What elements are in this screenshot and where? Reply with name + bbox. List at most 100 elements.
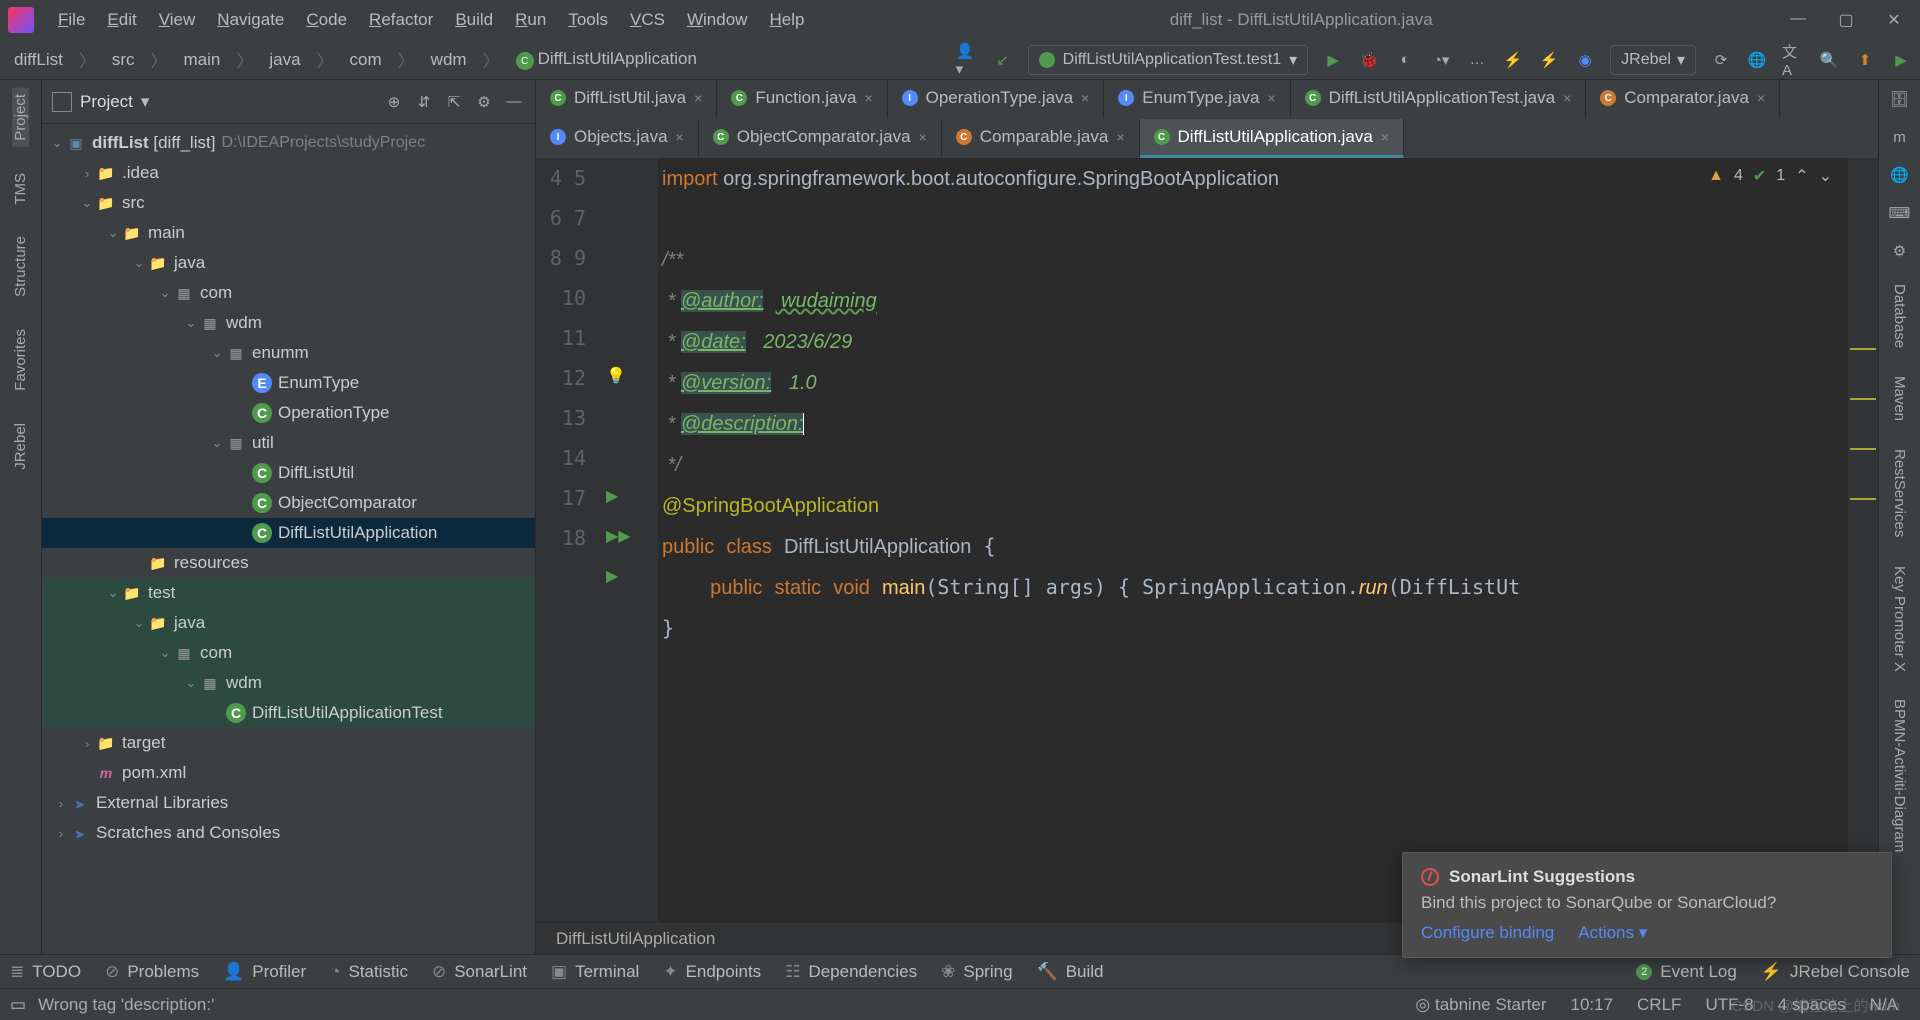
menu-window[interactable]: Window bbox=[677, 6, 757, 34]
right-tool-bpmn-activiti-diagram[interactable]: BPMN-Activiti-Diagram bbox=[1891, 693, 1908, 858]
globe-icon[interactable]: 🌐 bbox=[1746, 49, 1768, 71]
right-tool-icon[interactable]: 🌐 bbox=[1889, 164, 1911, 186]
breadcrumbs[interactable]: diffList〉src〉main〉java〉com〉wdm〉CDiffList… bbox=[8, 45, 703, 74]
tree-node[interactable]: CDiffListUtilApplicationTest bbox=[42, 698, 535, 728]
close-tab-icon[interactable]: × bbox=[919, 129, 927, 145]
editor-tab[interactable]: CObjectComparator.java× bbox=[699, 119, 942, 158]
editor-tab[interactable]: IEnumType.java× bbox=[1104, 80, 1290, 119]
menu-navigate[interactable]: Navigate bbox=[207, 6, 294, 34]
tree-node[interactable]: ⌄▦enumm bbox=[42, 338, 535, 368]
tw-build[interactable]: 🔨Build bbox=[1037, 962, 1104, 982]
jrebel-panel-icon[interactable]: ▶ bbox=[1890, 49, 1912, 71]
tree-root[interactable]: ⌄▣diffList [diff_list]D:\IDEAProjects\st… bbox=[42, 128, 535, 158]
editor-tab[interactable]: CDiffListUtil.java× bbox=[536, 80, 717, 119]
code-area[interactable]: 4 5 6 7 8 9 10 11 12 13 14 17 18 💡 ▶ ▶▶ … bbox=[536, 158, 1878, 922]
close-tab-icon[interactable]: × bbox=[1116, 129, 1124, 145]
tree-scratches[interactable]: ›⫸Scratches and Consoles bbox=[42, 818, 535, 848]
caret-position[interactable]: 10:17 bbox=[1570, 995, 1613, 1015]
vcs-update-icon[interactable]: ↙ bbox=[992, 49, 1014, 71]
translate-icon[interactable]: 文A bbox=[1782, 49, 1804, 71]
breadcrumb-item[interactable]: src bbox=[106, 48, 141, 72]
close-tab-icon[interactable]: × bbox=[864, 90, 872, 106]
editor-tab[interactable]: CDiffListUtilApplicationTest.java× bbox=[1291, 80, 1587, 119]
bulb-icon[interactable]: 💡 bbox=[606, 366, 626, 386]
menu-view[interactable]: View bbox=[149, 6, 206, 34]
tw-spring[interactable]: ❀Spring bbox=[941, 962, 1012, 982]
right-tool-key promoter x[interactable]: Key Promoter X bbox=[1891, 560, 1908, 678]
project-view-label[interactable]: Project bbox=[80, 92, 133, 112]
breadcrumb-item[interactable]: diffList bbox=[8, 48, 69, 72]
tabnine-widget[interactable]: ◎ tabnine Starter bbox=[1415, 995, 1546, 1015]
close-tab-icon[interactable]: × bbox=[694, 90, 702, 106]
sync-icon[interactable]: ⟳ bbox=[1710, 49, 1732, 71]
tree-node[interactable]: EEnumType bbox=[42, 368, 535, 398]
close-tab-icon[interactable]: × bbox=[1267, 90, 1275, 106]
right-tool-icon[interactable]: ⌨ bbox=[1889, 202, 1911, 224]
tree-node[interactable]: ⌄▦util bbox=[42, 428, 535, 458]
error-stripe[interactable] bbox=[1848, 158, 1878, 922]
jrebel-debug-icon[interactable]: ⚡ bbox=[1538, 49, 1560, 71]
tree-node[interactable]: CDiffListUtilApplication bbox=[42, 518, 535, 548]
menu-tools[interactable]: Tools bbox=[558, 6, 618, 34]
jrebel-selector[interactable]: JRebel▾ bbox=[1610, 45, 1696, 75]
breadcrumb-item[interactable]: wdm bbox=[425, 48, 473, 72]
tw-todo[interactable]: ≣TODO bbox=[10, 962, 81, 982]
collapse-all-icon[interactable]: ⇱ bbox=[443, 91, 465, 113]
tw-sonarlint[interactable]: ⊘SonarLint bbox=[432, 962, 527, 982]
jrebel-run-icon[interactable]: ⚡ bbox=[1502, 49, 1524, 71]
status-icon[interactable]: ▭ bbox=[10, 995, 26, 1015]
chevron-down-icon[interactable]: ⌄ bbox=[1819, 166, 1832, 186]
right-tool-database[interactable]: Database bbox=[1891, 278, 1908, 354]
close-tab-icon[interactable]: × bbox=[1563, 90, 1571, 106]
coverage-icon[interactable]: ◐ bbox=[1394, 49, 1416, 71]
attach-icon[interactable]: … bbox=[1466, 49, 1488, 71]
updates-icon[interactable]: ⬆ bbox=[1854, 49, 1876, 71]
tree-node[interactable]: CObjectComparator bbox=[42, 488, 535, 518]
configure-binding-link[interactable]: Configure binding bbox=[1421, 923, 1554, 943]
line-separator[interactable]: CRLF bbox=[1637, 995, 1681, 1015]
editor-tab[interactable]: CFunction.java× bbox=[717, 80, 887, 119]
tree-node[interactable]: ⌄📁java bbox=[42, 608, 535, 638]
left-tool-tms[interactable]: TMS bbox=[12, 167, 29, 211]
breadcrumb-item[interactable]: main bbox=[178, 48, 227, 72]
search-icon[interactable]: 🔍 bbox=[1818, 49, 1840, 71]
chevron-down-icon[interactable]: ▾ bbox=[141, 92, 150, 112]
menu-run[interactable]: Run bbox=[505, 6, 556, 34]
tree-node[interactable]: ⌄▦com bbox=[42, 638, 535, 668]
editor-tab[interactable]: CComparator.java× bbox=[1586, 80, 1780, 119]
gear-icon[interactable]: ⚙ bbox=[473, 91, 495, 113]
left-tool-structure[interactable]: Structure bbox=[12, 230, 29, 303]
tree-node[interactable]: ⌄📁src bbox=[42, 188, 535, 218]
tree-node[interactable]: ⌄▦com bbox=[42, 278, 535, 308]
tree-node[interactable]: mpom.xml bbox=[42, 758, 535, 788]
menu-edit[interactable]: Edit bbox=[97, 6, 146, 34]
code-text[interactable]: import org.springframework.boot.autoconf… bbox=[658, 158, 1878, 922]
hide-icon[interactable]: — bbox=[503, 91, 525, 113]
right-tool-icon[interactable]: m bbox=[1889, 126, 1911, 148]
actions-link[interactable]: Actions ▾ bbox=[1578, 923, 1647, 943]
add-user-icon[interactable]: 👤▾ bbox=[956, 49, 978, 71]
editor-tab[interactable]: CDiffListUtilApplication.java× bbox=[1140, 119, 1404, 158]
tree-node[interactable]: 📁resources bbox=[42, 548, 535, 578]
tree-node[interactable]: COperationType bbox=[42, 398, 535, 428]
breadcrumb-item[interactable]: CDiffListUtilApplication bbox=[510, 47, 703, 73]
run-line-icon[interactable]: ▶ bbox=[606, 566, 626, 586]
menu-vcs[interactable]: VCS bbox=[620, 6, 675, 34]
menu-file[interactable]: File bbox=[48, 6, 95, 34]
editor-tab[interactable]: IObjects.java× bbox=[536, 119, 699, 158]
run-icon[interactable]: ▶ bbox=[1322, 49, 1344, 71]
run-main-icon[interactable]: ▶▶ bbox=[606, 526, 626, 546]
right-tool-icon[interactable]: ⚙ bbox=[1889, 240, 1911, 262]
menu-help[interactable]: Help bbox=[759, 6, 814, 34]
tree-ext_libs[interactable]: ›⫸External Libraries bbox=[42, 788, 535, 818]
maximize-icon[interactable]: ▢ bbox=[1836, 10, 1856, 30]
left-tool-favorites[interactable]: Favorites bbox=[12, 323, 29, 397]
tw-problems[interactable]: ⊘Problems bbox=[105, 962, 199, 982]
tree-node[interactable]: ⌄📁test bbox=[42, 578, 535, 608]
profile-icon[interactable]: ◔▾ bbox=[1430, 49, 1452, 71]
close-icon[interactable]: ✕ bbox=[1884, 10, 1904, 30]
project-view-icon[interactable] bbox=[52, 92, 72, 112]
menu-build[interactable]: Build bbox=[445, 6, 503, 34]
select-opened-icon[interactable]: ⊕ bbox=[383, 91, 405, 113]
tree-node[interactable]: ›📁target bbox=[42, 728, 535, 758]
